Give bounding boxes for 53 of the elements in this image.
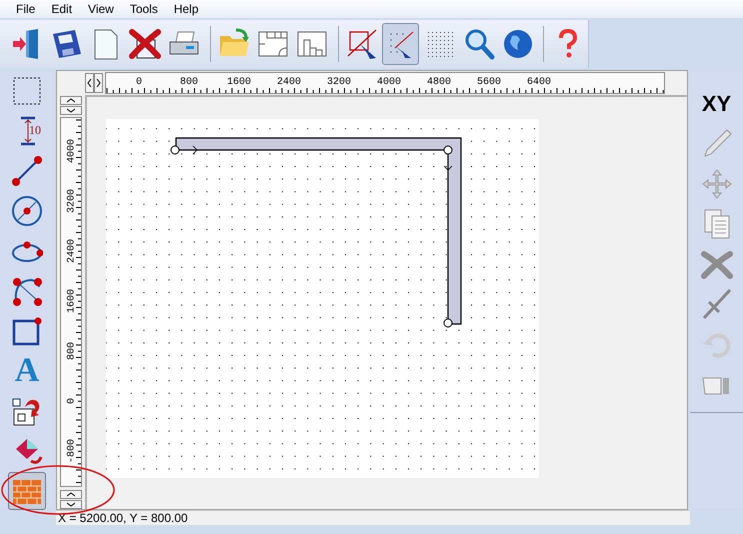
chevron-up-icon <box>67 492 75 497</box>
globe-icon <box>502 28 534 60</box>
chevron-down-icon <box>67 108 75 113</box>
menu-item[interactable]: File <box>8 2 44 16</box>
ruler-label: 2400 <box>66 239 78 263</box>
wall-node[interactable] <box>444 318 452 328</box>
chevron-down-icon <box>67 502 75 507</box>
ruler-label: 3200 <box>327 77 351 88</box>
scroll-down-button[interactable] <box>60 500 82 509</box>
direction-arrow <box>180 146 198 154</box>
ruler-label: 6400 <box>527 77 551 88</box>
ruler-label: 1600 <box>66 289 78 313</box>
scroll-down-button[interactable] <box>60 106 82 115</box>
scroll-right-button[interactable] <box>94 73 103 93</box>
move-arrows-icon <box>700 168 732 200</box>
menu-item[interactable]: Tools <box>122 2 166 16</box>
wall-shape[interactable] <box>175 137 462 325</box>
tool-button[interactable]: 10 <box>8 112 46 150</box>
magnifier-icon <box>462 28 495 60</box>
cross-out-icon <box>129 28 162 60</box>
ruler-label: 0 <box>66 398 78 404</box>
scroll-left-button[interactable] <box>85 73 94 93</box>
ruler-label: 800 <box>66 342 78 360</box>
direction-arrow <box>444 154 452 171</box>
ruler-label: 1600 <box>227 77 251 88</box>
chevron-left-icon <box>87 79 92 87</box>
menu-item[interactable]: View <box>80 2 122 16</box>
rectangle-icon <box>11 315 43 347</box>
chevron-right-icon <box>96 79 101 87</box>
arc-icon <box>11 275 43 307</box>
circle-icon <box>11 195 43 227</box>
ruler-label: 2400 <box>277 77 301 88</box>
wall-node[interactable] <box>170 146 180 154</box>
chevron-up-icon <box>67 98 75 103</box>
scroll-up-button[interactable] <box>60 96 82 105</box>
ruler-label: 4000 <box>377 77 401 88</box>
ruler-label: 5600 <box>477 77 501 88</box>
ruler-label: 0 <box>136 77 142 88</box>
dashed-square-icon <box>11 75 43 107</box>
ruler-label: 4000 <box>66 139 78 163</box>
node-select-icon <box>346 28 378 60</box>
wall-node[interactable] <box>444 146 452 154</box>
ruler-label: -800 <box>66 439 78 463</box>
menu-item[interactable]: Help <box>166 2 207 16</box>
ruler-label: 800 <box>180 77 198 88</box>
tool-button[interactable]: XY <box>696 84 736 124</box>
scroll-up-button[interactable] <box>60 490 82 499</box>
cross-icon <box>700 248 732 280</box>
ruler-label: 3200 <box>66 189 78 213</box>
split-line-icon <box>700 288 732 320</box>
menu-item[interactable]: Edit <box>43 2 80 16</box>
line-icon <box>11 155 43 187</box>
ruler-label: 4800 <box>427 77 451 88</box>
